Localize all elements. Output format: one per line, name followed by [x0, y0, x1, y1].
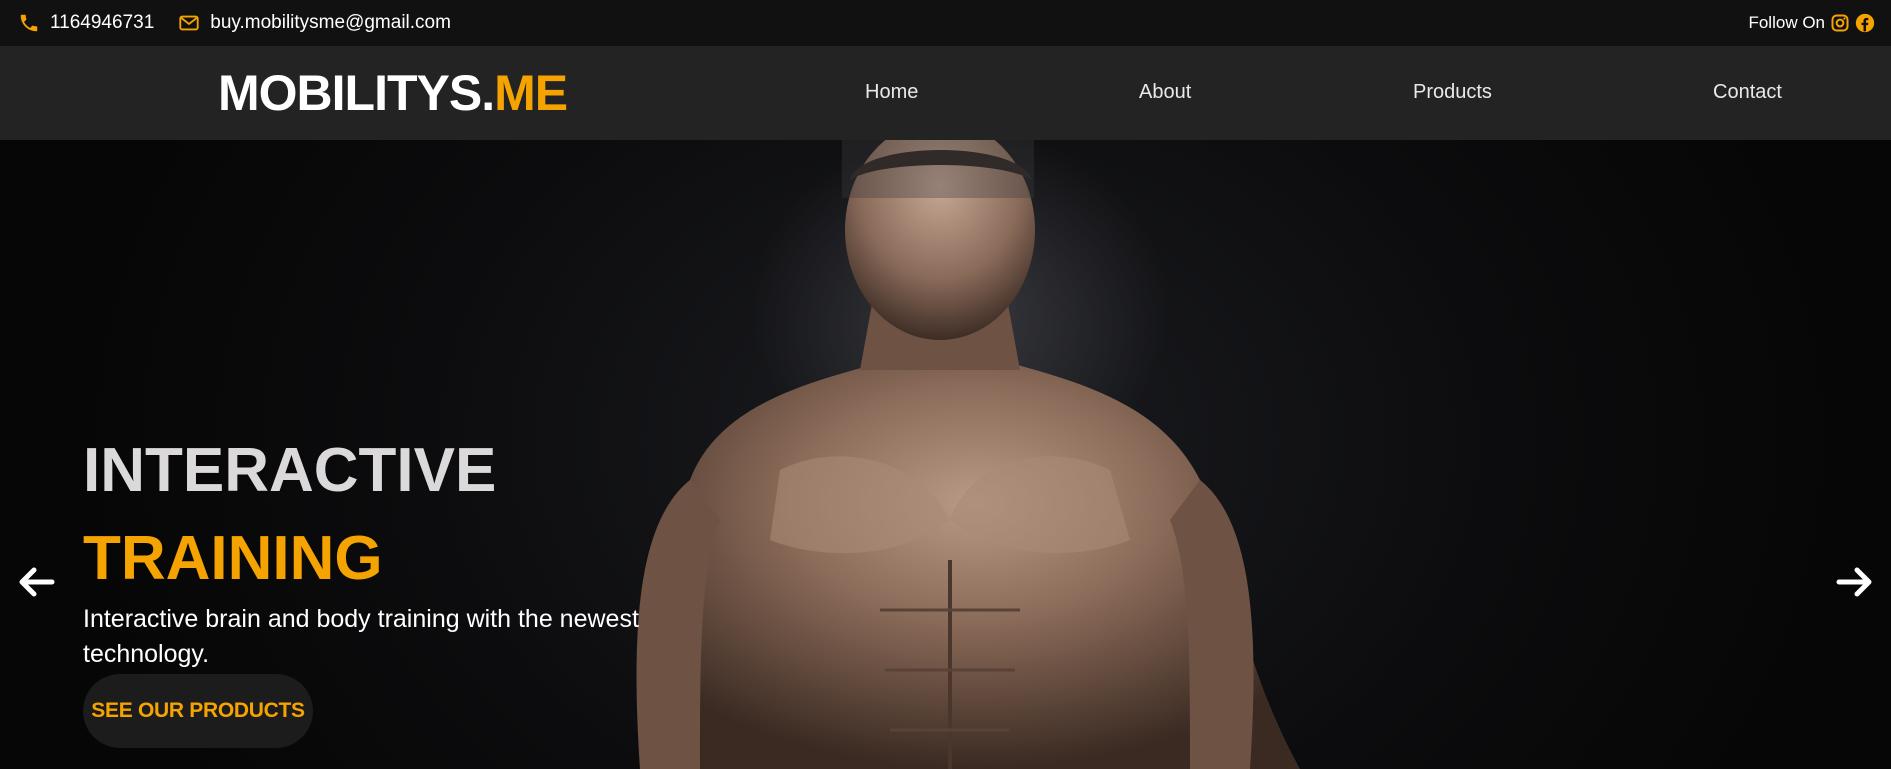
mail-icon	[179, 15, 199, 31]
email-address: buy.mobilitysme@gmail.com	[210, 12, 451, 33]
hero-title-line-2: TRAINING	[83, 524, 383, 593]
nav-contact[interactable]: Contact	[1713, 80, 1782, 104]
hero-title-line-1: INTERACTIVE	[83, 436, 497, 505]
facebook-icon[interactable]	[1855, 13, 1875, 33]
brand-name: MOBILITYS.	[218, 65, 495, 121]
phone-contact[interactable]: 1164946731	[18, 12, 154, 34]
main-navbar: MOBILITYS.ME Home About Products Contact	[0, 46, 1891, 140]
social-follow: Follow On	[1748, 0, 1875, 46]
nav-home[interactable]: Home	[865, 80, 918, 104]
arrow-left-icon[interactable]	[16, 562, 56, 602]
brand-logo[interactable]: MOBILITYS.ME	[218, 65, 568, 121]
instagram-icon[interactable]	[1830, 13, 1850, 33]
nav-about[interactable]: About	[1139, 80, 1191, 104]
see-products-button[interactable]: SEE OUR PRODUCTS	[83, 674, 313, 748]
email-contact[interactable]: buy.mobilitysme@gmail.com	[178, 12, 451, 34]
nav-products[interactable]: Products	[1413, 80, 1492, 104]
hero-slider: INTERACTIVE TRAINING Interactive brain a…	[0, 140, 1891, 769]
top-contact-bar: 1164946731 buy.mobilitysme@gmail.com Fol…	[0, 0, 1891, 46]
phone-icon	[20, 14, 38, 32]
brand-accent: ME	[494, 65, 568, 121]
follow-label: Follow On	[1748, 13, 1825, 32]
phone-number: 1164946731	[50, 12, 155, 33]
nav-hover-highlight	[842, 140, 1034, 198]
arrow-right-icon[interactable]	[1835, 562, 1875, 602]
hero-description: Interactive brain and body training with…	[83, 605, 639, 668]
